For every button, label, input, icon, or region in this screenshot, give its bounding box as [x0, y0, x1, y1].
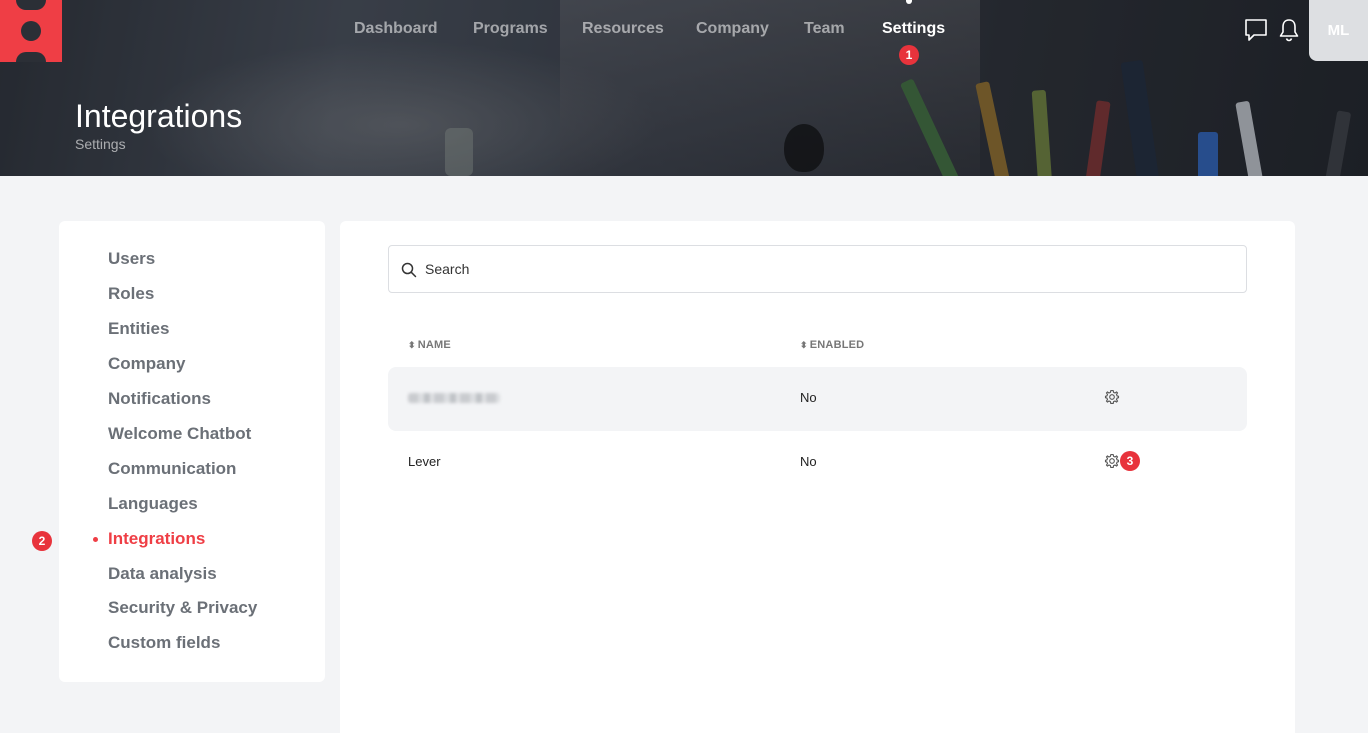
nav-dashboard[interactable]: Dashboard	[354, 20, 438, 38]
search-icon	[401, 262, 417, 283]
sidebar-item-custom-fields[interactable]: Custom fields	[108, 633, 220, 653]
nav-settings[interactable]: Settings	[882, 20, 945, 38]
page-title: Integrations	[75, 98, 243, 134]
step-badge-1: 1	[899, 45, 919, 65]
table-row[interactable]: Lever No 3	[388, 431, 1247, 495]
user-avatar[interactable]: ML	[1309, 0, 1368, 61]
column-header-enabled[interactable]: ⬍ ENABLED	[800, 339, 864, 351]
main-nav: Dashboard Programs Resources Company Tea…	[0, 20, 1368, 44]
sidebar-item-languages[interactable]: Languages	[108, 494, 198, 514]
name-cell: Lever	[408, 454, 441, 469]
sort-icon: ⬍	[800, 340, 808, 350]
active-item-dot	[93, 537, 98, 542]
step-badge-3: 3	[1120, 451, 1140, 471]
search-box	[388, 245, 1247, 293]
column-header-name[interactable]: ⬍ NAME	[408, 339, 451, 351]
sidebar-item-integrations[interactable]: Integrations	[108, 529, 205, 549]
nav-company[interactable]: Company	[696, 20, 769, 38]
sidebar-item-security-privacy[interactable]: Security & Privacy	[108, 598, 257, 618]
table-row[interactable]: No	[388, 367, 1247, 431]
sort-icon: ⬍	[408, 340, 416, 350]
sidebar-item-entities[interactable]: Entities	[108, 319, 169, 339]
nav-programs[interactable]: Programs	[473, 20, 548, 38]
nav-resources[interactable]: Resources	[582, 20, 664, 38]
chat-icon[interactable]	[1243, 17, 1269, 48]
enabled-cell: No	[800, 454, 817, 469]
step-badge-2: 2	[32, 531, 52, 551]
redacted-name	[408, 393, 500, 403]
sidebar-item-communication[interactable]: Communication	[108, 459, 236, 479]
settings-sidebar: Users Roles Entities Company Notificatio…	[59, 221, 325, 682]
sidebar-item-roles[interactable]: Roles	[108, 284, 154, 304]
sidebar-item-notifications[interactable]: Notifications	[108, 389, 211, 409]
sidebar-item-company[interactable]: Company	[108, 354, 185, 374]
page-subtitle: Settings	[75, 136, 126, 152]
bell-icon[interactable]	[1277, 17, 1301, 48]
search-input[interactable]	[425, 246, 1225, 292]
integrations-panel: ⬍NAME ⬍ENABLED No Lever No 3	[340, 221, 1295, 733]
sidebar-item-users[interactable]: Users	[108, 249, 155, 269]
gear-icon[interactable]	[1104, 453, 1120, 474]
sidebar-item-welcome-chatbot[interactable]: Welcome Chatbot	[108, 424, 251, 444]
gear-icon[interactable]	[1104, 389, 1120, 410]
column-header-enabled-label: ENABLED	[809, 339, 865, 351]
enabled-cell: No	[800, 390, 817, 405]
column-header-name-label: NAME	[417, 339, 451, 351]
sidebar-item-data-analysis[interactable]: Data analysis	[108, 564, 217, 584]
nav-team[interactable]: Team	[804, 20, 845, 38]
